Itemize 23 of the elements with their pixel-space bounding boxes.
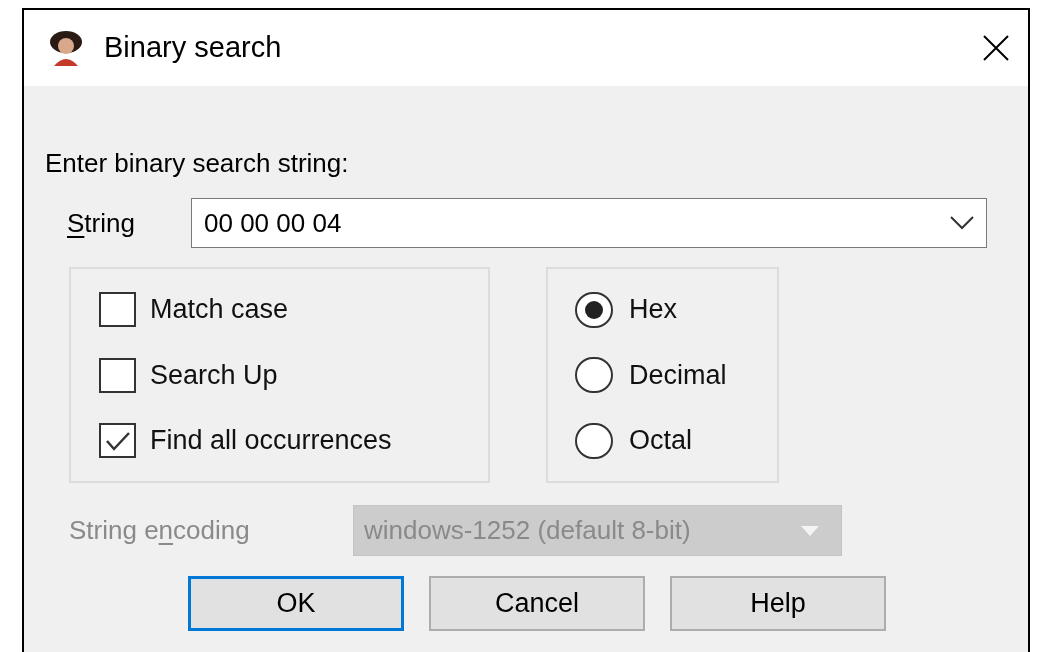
radio-button[interactable] [575,291,613,328]
window-title: Binary search [104,30,282,66]
checkbox-label: Search Up [150,358,278,392]
checkbox-label: Match case [150,293,289,327]
radio-button[interactable] [575,357,613,393]
checkbox[interactable] [99,292,136,327]
prompt-label: Enter binary search string: [45,148,350,178]
dialog-button[interactable]: Cancel [429,576,645,631]
string-combobox[interactable]: 00 00 00 04 [191,198,987,248]
radio-label: Decimal [629,358,727,392]
radio-label: Hex [629,293,677,327]
close-icon [982,34,1010,62]
dialog-button[interactable]: OK [188,576,404,631]
string-label: String [67,206,136,240]
radio-button[interactable] [575,422,613,459]
checkbox[interactable] [99,423,136,458]
radio-label: Octal [629,424,693,458]
checkbox[interactable] [99,357,136,393]
chevron-icon [950,216,974,230]
checkbox-label: Find all occurrences [150,424,392,458]
dialog-button[interactable]: Help [670,576,886,631]
dropdown-arrow-icon [801,525,819,536]
encoding-label: String encoding [69,514,251,547]
